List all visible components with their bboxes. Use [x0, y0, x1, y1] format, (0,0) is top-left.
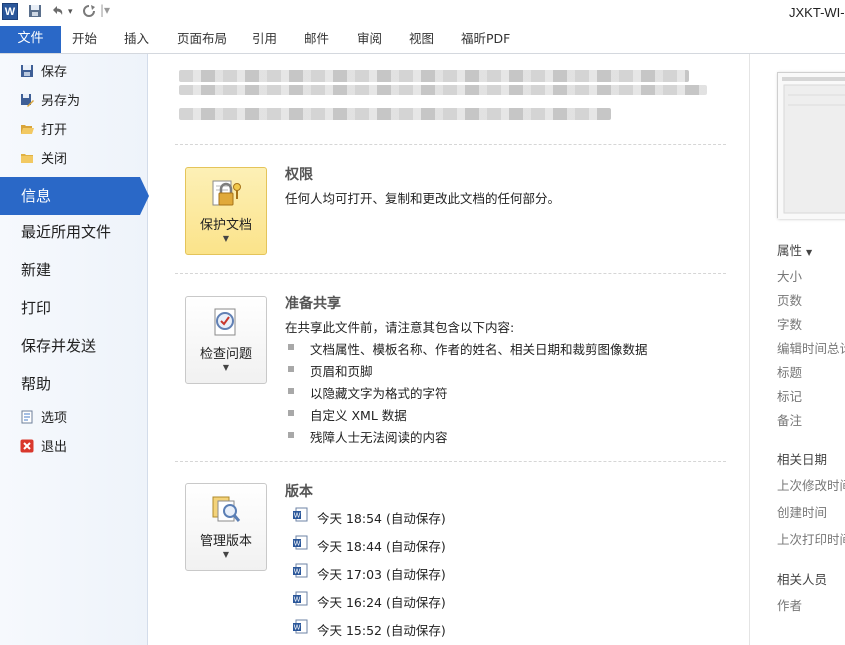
chevron-down-icon: ▼ [222, 550, 230, 559]
manage-versions-icon [212, 496, 241, 522]
tab-home[interactable]: 开始 [72, 26, 97, 53]
manage-versions-button[interactable]: 管理版本 ▼ [185, 483, 267, 571]
related-people-header: 相关人员 [777, 572, 828, 587]
window-title: JXKT-WI-9 [789, 5, 845, 20]
tab-references[interactable]: 引用 [252, 26, 277, 53]
redacted-doc-path [179, 108, 611, 120]
nav-close[interactable]: 关闭 [20, 148, 67, 172]
nav-save[interactable]: 保存 [20, 61, 67, 85]
nav-new[interactable]: 新建 [21, 252, 51, 288]
nav-info-label: 信息 [21, 187, 52, 205]
svg-text:W: W [294, 541, 301, 548]
prepare-desc: 在共享此文件前，请注意其包含以下内容: [285, 320, 515, 335]
inspect-document-icon [214, 308, 236, 336]
nav-options-label: 选项 [41, 411, 68, 426]
related-dates-header: 相关日期 [777, 452, 828, 467]
tab-insert[interactable]: 插入 [124, 26, 149, 53]
options-icon [20, 409, 34, 424]
property-comments: 备注 [777, 413, 803, 428]
lock-key-icon [212, 180, 241, 206]
word-logo-icon: W [2, 3, 18, 20]
svg-text:W: W [294, 625, 301, 632]
tab-mailings[interactable]: 邮件 [304, 26, 329, 53]
redacted-doc-title [179, 70, 689, 82]
property-last-printed: 上次打印时间 [777, 532, 845, 547]
word-document-icon: W [293, 619, 308, 634]
document-thumbnail[interactable] [777, 72, 845, 219]
property-tags: 标记 [777, 389, 803, 404]
nav-save-send[interactable]: 保存并发送 [21, 328, 96, 364]
nav-print[interactable]: 打印 [21, 290, 51, 326]
redacted-doc-title [179, 85, 707, 95]
properties-header-label: 属性 [777, 243, 803, 258]
save-as-icon [20, 92, 34, 107]
protect-document-label: 保护文档 [199, 218, 252, 233]
nav-help[interactable]: 帮助 [21, 366, 51, 402]
nav-info-pointer [140, 177, 149, 215]
check-issues-button[interactable]: 检查问题 ▼ [185, 296, 267, 384]
redo-icon[interactable] [82, 4, 96, 21]
properties-header[interactable]: 属性 ▼ [777, 240, 812, 259]
tab-review[interactable]: 审阅 [357, 26, 382, 53]
nav-save-as-label: 另存为 [41, 94, 81, 109]
info-main: 保护文档 ▼ 权限 任何人均可打开、复制和更改此文档的任何部分。 检查问题 ▼ … [149, 54, 749, 645]
nav-save-as[interactable]: 另存为 [20, 90, 80, 114]
prepare-title: 准备共享 [285, 296, 341, 312]
property-last-modified: 上次修改时间 [777, 478, 845, 493]
property-pages: 页数 [777, 293, 803, 308]
nav-exit[interactable]: 退出 [20, 436, 67, 460]
save-icon [20, 63, 34, 77]
svg-text:W: W [294, 513, 301, 520]
word-document-icon: W [293, 591, 308, 606]
close-folder-icon [20, 150, 34, 164]
backstage-nav: 保存 另存为 打开 关闭 信息 最近所用文件 新建 打印 保存并发送 帮助 选项… [0, 54, 149, 645]
tab-foxit-pdf[interactable]: 福昕PDF [461, 26, 510, 53]
undo-icon[interactable] [50, 4, 66, 21]
tab-file[interactable]: 文件 [0, 26, 61, 53]
properties-pane: 属性 ▼ 大小 页数 字数 编辑时间总计 标题 标记 备注 相关日期 上次修改时… [749, 54, 845, 645]
save-icon[interactable] [28, 4, 42, 21]
property-edit-time: 编辑时间总计 [777, 341, 845, 356]
permissions-desc: 任何人均可打开、复制和更改此文档的任何部分。 [285, 191, 561, 206]
nav-open[interactable]: 打开 [20, 119, 67, 143]
property-title: 标题 [777, 365, 803, 380]
chevron-down-icon: ▼ [222, 363, 230, 372]
property-size: 大小 [777, 269, 803, 284]
check-issues-label: 检查问题 [199, 347, 252, 362]
chevron-down-icon: ▼ [222, 234, 230, 243]
svg-text:W: W [294, 569, 301, 576]
ribbon-tabs: 文件 开始 插入 页面布局 引用 邮件 审阅 视图 福昕PDF [0, 26, 845, 54]
divider [175, 273, 726, 274]
manage-versions-label: 管理版本 [199, 534, 252, 549]
divider [175, 461, 726, 462]
property-created: 创建时间 [777, 505, 828, 520]
nav-open-label: 打开 [41, 123, 68, 138]
nav-save-label: 保存 [41, 65, 68, 80]
open-folder-icon [20, 121, 34, 135]
word-document-icon: W [293, 535, 308, 550]
word-document-icon: W [293, 507, 308, 522]
exit-icon [20, 438, 34, 453]
undo-dropdown-icon[interactable]: ▾ [68, 7, 73, 17]
nav-recent[interactable]: 最近所用文件 [21, 214, 111, 250]
svg-text:W: W [294, 597, 301, 604]
tab-view[interactable]: 视图 [409, 26, 434, 53]
protect-document-button[interactable]: 保护文档 ▼ [185, 167, 267, 255]
divider [175, 144, 726, 145]
nav-close-label: 关闭 [41, 152, 68, 167]
word-document-icon: W [293, 563, 308, 578]
property-author: 作者 [777, 598, 803, 613]
title-bar: W ▾ |▾ JXKT-WI-9 [0, 0, 845, 26]
property-words: 字数 [777, 317, 803, 332]
nav-options[interactable]: 选项 [20, 407, 67, 431]
nav-exit-label: 退出 [41, 440, 68, 455]
tab-page-layout[interactable]: 页面布局 [177, 26, 227, 53]
permissions-title: 权限 [285, 167, 313, 183]
versions-title: 版本 [285, 484, 313, 500]
chevron-down-icon: ▼ [806, 248, 813, 257]
customize-icon[interactable]: |▾ [100, 3, 110, 17]
